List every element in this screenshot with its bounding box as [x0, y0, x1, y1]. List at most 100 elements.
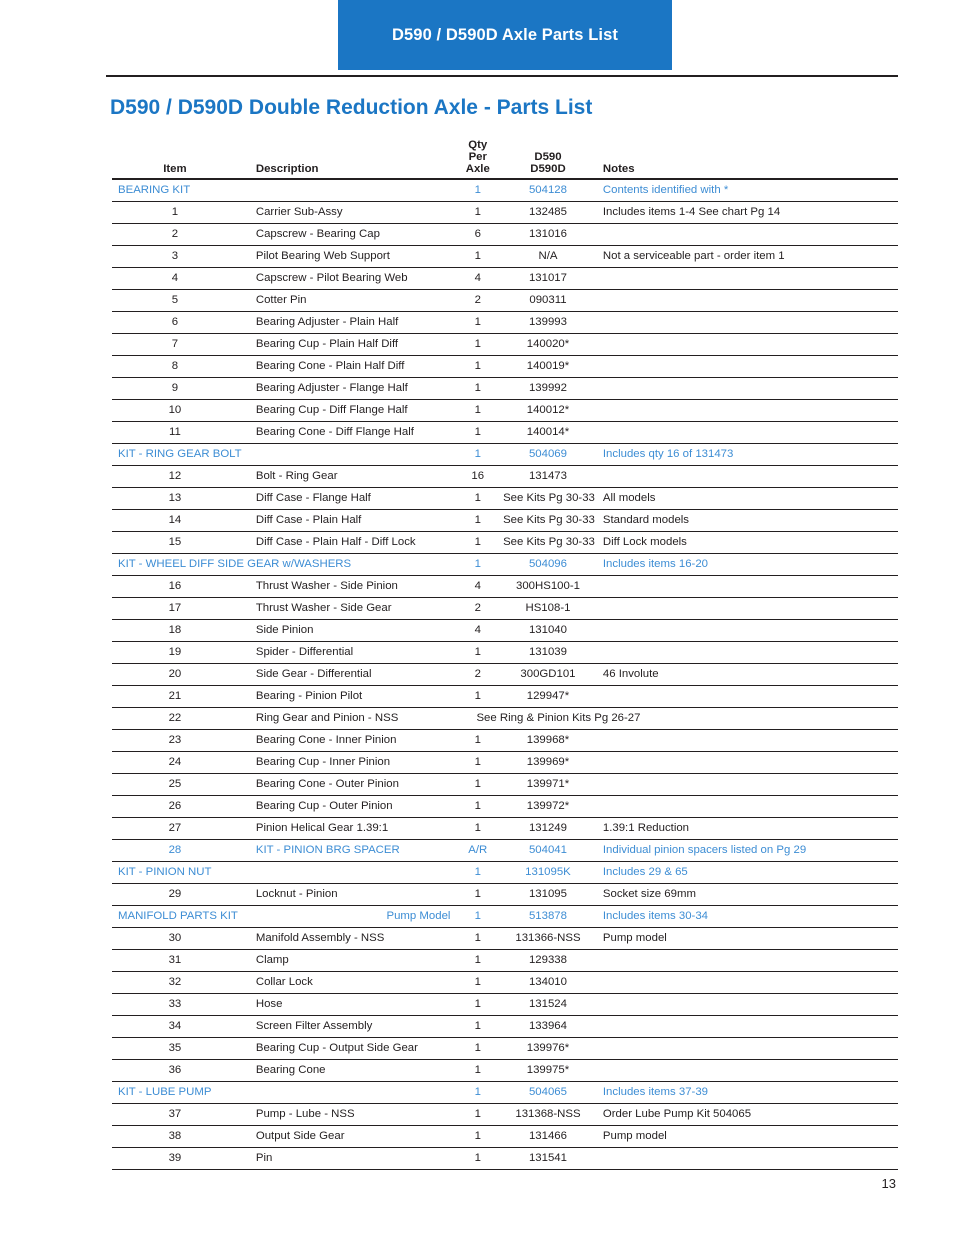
- table-row: 1 Carrier Sub-Assy 1 132485 Includes items 1…: [112, 201, 898, 225]
- cell-description: Diff Case - Plain Half: [237, 509, 455, 533]
- cell-part-number: 131017: [501, 267, 595, 291]
- header-banner-title: D590 / D590D Axle Parts List: [392, 25, 618, 44]
- cell-part-number: 131466: [501, 1125, 595, 1149]
- cell-qty: 1: [454, 883, 502, 907]
- cell-part-number: 140019*: [501, 355, 595, 379]
- cell-description: Pump - Lube - NSS: [237, 1103, 455, 1127]
- cell-description: Manifold Assembly - NSS: [237, 927, 455, 951]
- cell-part-number: 131368-NSS: [501, 1103, 595, 1127]
- cell-part-number: 139975*: [501, 1059, 595, 1083]
- table-row: 38 Output Side Gear 1 131466 Pump model: [112, 1125, 898, 1149]
- cell-notes: Standard models: [594, 509, 898, 533]
- cell-item-number: 27: [112, 817, 238, 841]
- cell-description: Carrier Sub-Assy: [237, 201, 455, 225]
- cell-qty: 1: [454, 685, 502, 709]
- table-body: BEARING KIT 1 504128 Contents identified wi…: [112, 178, 898, 1171]
- cell-qty: A/R: [454, 839, 502, 863]
- cell-part-number: 139976*: [501, 1037, 595, 1061]
- cell-description: Spider - Differential: [237, 641, 455, 665]
- cell-notes: [594, 641, 898, 665]
- table-row: 36 Bearing Cone 1 139975*: [112, 1059, 898, 1083]
- cell-item-number: 23: [112, 729, 238, 753]
- cell-qty: 1: [454, 1015, 502, 1039]
- cell-part-number: 131095: [501, 883, 595, 907]
- cell-description: Diff Case - Plain Half - Diff Lock: [237, 531, 455, 555]
- cell-part-number: 131039: [501, 641, 595, 665]
- cell-qty: 4: [454, 575, 502, 599]
- cell-qty: 1: [454, 509, 502, 533]
- cell-item-number: 20: [112, 663, 238, 687]
- cell-part-number: See Kits Pg 30-33: [501, 531, 595, 555]
- table-row: 28 KIT - PINION BRG SPACER A/R 504041 Indivi…: [112, 839, 898, 863]
- cell-notes: [594, 685, 898, 709]
- table-row: 14 Diff Case - Plain Half 1 See Kits Pg 30-…: [112, 509, 898, 533]
- cell-item-number: 31: [112, 949, 238, 973]
- table-row: 27 Pinion Helical Gear 1.39:1 1 131249 1.39:…: [112, 817, 898, 841]
- cell-description: Pin: [237, 1147, 455, 1171]
- cell-item-number: 36: [112, 1059, 238, 1083]
- cell-part-number: 140012*: [501, 399, 595, 423]
- header-banner-area: D590 / D590D Axle Parts List: [0, 0, 954, 72]
- cell-qty: 4: [454, 267, 502, 291]
- table-row: 34 Screen Filter Assembly 1 133964: [112, 1015, 898, 1039]
- cell-qty: 1: [454, 927, 502, 951]
- cell-qty: 2: [454, 597, 502, 621]
- cell-description: Bearing Cone: [237, 1059, 455, 1083]
- cell-item-number: 39: [112, 1147, 238, 1171]
- cell-item-number: 24: [112, 751, 238, 775]
- cell-item-number: 28: [112, 839, 238, 863]
- cell-description: Bolt - Ring Gear: [237, 465, 455, 489]
- cell-item-number: 11: [112, 421, 238, 445]
- cell-qty: 1: [454, 795, 502, 819]
- column-header-part-number: D590 D590D: [501, 140, 595, 179]
- cell-description: Output Side Gear: [237, 1125, 455, 1149]
- cell-kit-name: KIT - RING GEAR BOLT: [112, 443, 455, 467]
- table-row: 7 Bearing Cup - Plain Half Diff 1 140020*: [112, 333, 898, 357]
- cell-qty: 1: [454, 773, 502, 797]
- cell-description: Bearing Adjuster - Plain Half: [237, 311, 455, 335]
- cell-notes: [594, 773, 898, 797]
- cell-notes: [594, 949, 898, 973]
- table-row: 33 Hose 1 131524: [112, 993, 898, 1017]
- cell-part-number: 504069: [501, 443, 595, 467]
- cell-description: Bearing Cup - Output Side Gear: [237, 1037, 455, 1061]
- cell-description: Bearing Cone - Outer Pinion: [237, 773, 455, 797]
- cell-kit-name: BEARING KIT: [112, 178, 455, 203]
- cell-description: Locknut - Pinion: [237, 883, 455, 907]
- column-header-pn-line2: D590D: [530, 162, 566, 175]
- cell-part-number: 129947*: [501, 685, 595, 709]
- table-row-kit: KIT - RING GEAR BOLT 1 504069 Includes qty …: [112, 443, 898, 467]
- table-row: 11 Bearing Cone - Diff Flange Half 1 140014…: [112, 421, 898, 445]
- cell-part-number: 300HS100-1: [501, 575, 595, 599]
- cell-notes: [594, 1015, 898, 1039]
- cell-part-number: 131040: [501, 619, 595, 643]
- cell-description: Thrust Washer - Side Gear: [237, 597, 455, 621]
- cell-qty: 1: [454, 751, 502, 775]
- table-row: 24 Bearing Cup - Inner Pinion 1 139969*: [112, 751, 898, 775]
- cell-part-number: 139993: [501, 311, 595, 335]
- table-row: 26 Bearing Cup - Outer Pinion 1 139972*: [112, 795, 898, 819]
- table-row: 25 Bearing Cone - Outer Pinion 1 139971*: [112, 773, 898, 797]
- cell-kit-name: KIT - WHEEL DIFF SIDE GEAR w/WASHERS: [112, 553, 455, 577]
- cell-description: Pinion Helical Gear 1.39:1: [237, 817, 455, 841]
- cell-notes: [594, 333, 898, 357]
- cell-notes: [594, 1059, 898, 1083]
- cell-qty: 1: [454, 531, 502, 555]
- cell-item-number: 25: [112, 773, 238, 797]
- table-row: 9 Bearing Adjuster - Flange Half 1 139992: [112, 377, 898, 401]
- cell-notes: Pump model: [594, 927, 898, 951]
- table-row: 32 Collar Lock 1 134010: [112, 971, 898, 995]
- header-divider-rule: [106, 75, 898, 77]
- parts-list-table: Item Description Qty Per Axle D590 D590D…: [112, 139, 898, 1171]
- cell-notes: Includes 29 & 65: [594, 861, 898, 885]
- cell-item-number: 8: [112, 355, 238, 379]
- cell-item-number: 13: [112, 487, 238, 511]
- cell-qty: 1: [454, 553, 502, 577]
- cell-span-note: See Ring & Pinion Kits Pg 26-27: [454, 707, 898, 731]
- cell-qty: 1: [454, 1147, 502, 1171]
- cell-qty: 4: [454, 619, 502, 643]
- cell-part-number: 090311: [501, 289, 595, 313]
- cell-item-number: 34: [112, 1015, 238, 1039]
- table-row-kit: KIT - WHEEL DIFF SIDE GEAR w/WASHERS 1 504…: [112, 553, 898, 577]
- cell-item-number: 2: [112, 223, 238, 247]
